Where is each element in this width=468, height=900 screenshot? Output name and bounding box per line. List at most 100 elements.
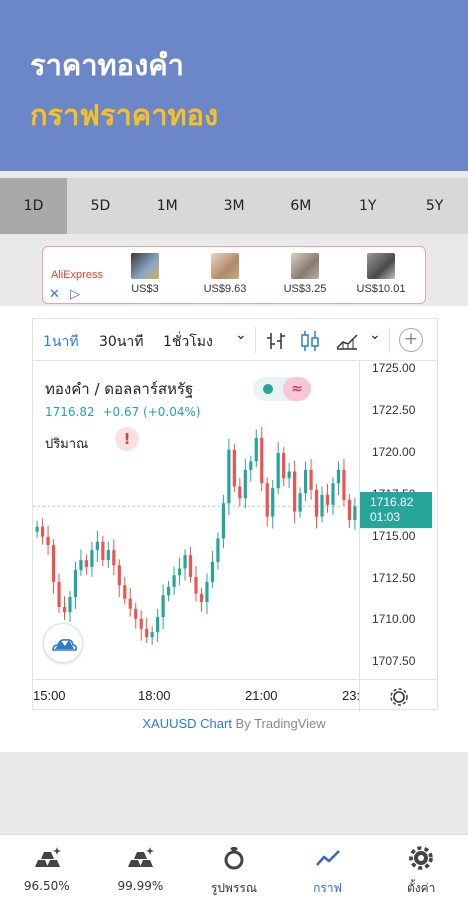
toolbar-divider <box>255 327 256 353</box>
volume-label: ปริมาณ <box>45 437 89 452</box>
candle <box>325 484 330 513</box>
candle <box>62 596 67 620</box>
candle <box>205 573 209 614</box>
candle <box>167 581 171 602</box>
interval-1hour[interactable]: 1ชั่วโมง <box>163 331 213 353</box>
candle <box>227 438 231 516</box>
x-tick-label: 15:00 <box>33 688 66 703</box>
bar-style-icon[interactable] <box>265 331 287 351</box>
candle <box>73 561 78 609</box>
candle <box>347 494 352 528</box>
nav-item-99-99[interactable]: 99.99% <box>94 835 188 900</box>
price-axis[interactable]: 1707.501710.001712.501715.001717.501720.… <box>359 361 437 679</box>
ad-banner[interactable]: AliExpress ✕ ▷ US$3 US$9.63 US$3.25 US$1… <box>42 246 426 304</box>
current-price-label: 1716.82 01:03 <box>360 492 432 529</box>
nav-item-96-50[interactable]: 96.50% <box>0 835 94 900</box>
candle <box>40 518 45 545</box>
candle <box>134 602 138 629</box>
tab-5d[interactable]: 5D <box>67 178 134 234</box>
candle <box>232 443 236 493</box>
candle <box>287 463 291 489</box>
volume-warning-icon[interactable]: ! <box>115 427 139 451</box>
candle <box>238 478 242 507</box>
candle <box>282 447 286 487</box>
candle <box>117 559 121 598</box>
nav-item-jewelry[interactable]: รูปพรรณ <box>187 835 281 900</box>
interval-30min[interactable]: 30นาที <box>99 331 143 353</box>
candle <box>320 486 324 523</box>
ad-product[interactable]: US$3.25 <box>275 253 335 295</box>
product-price: US$3 <box>131 283 159 295</box>
y-tick-label: 1715.00 <box>372 528 416 543</box>
tab-1m[interactable]: 1M <box>134 178 201 234</box>
candle <box>112 539 116 576</box>
trend-line-icon <box>315 850 340 866</box>
xauusd-chart-link[interactable]: XAUUSD Chart <box>142 716 232 731</box>
ad-product[interactable]: US$9.63 <box>195 253 255 295</box>
nav-item-settings[interactable]: ตั้งค่า <box>374 835 468 900</box>
wave-icon: ≈ <box>283 377 311 401</box>
legend-price: 1716.82 +0.67 (+0.04%) <box>45 405 201 419</box>
x-tick-label: 23: <box>342 688 361 703</box>
gold-bars-sparkle-icon <box>34 847 61 867</box>
current-price-value: 1716.82 <box>370 495 414 510</box>
ad-product[interactable]: US$3 <box>115 253 175 295</box>
candle <box>336 461 341 496</box>
gold-bars-sparkle-icon <box>128 847 155 867</box>
candle <box>177 557 182 586</box>
candle <box>249 455 253 482</box>
nav-label: ตั้งค่า <box>406 881 436 895</box>
candle <box>145 617 149 644</box>
chart-settings-gear-icon[interactable] <box>389 687 409 707</box>
app-title: ราคาทองคำ <box>30 48 184 82</box>
bottom-navigation: 96.50% 99.99% รูปพรรณ กราฟ ตั้งค่า <box>0 834 468 900</box>
adchoices-icon[interactable]: ▷ <box>70 287 80 302</box>
nav-item-chart[interactable]: กราฟ <box>281 835 375 900</box>
candle <box>293 460 297 524</box>
y-tick-label: 1720.00 <box>372 445 416 460</box>
tradingview-logo[interactable] <box>43 623 83 663</box>
candle <box>84 554 89 575</box>
symbol-name[interactable]: ทองคำ / ดอลลาร์สหรัฐ <box>45 377 193 401</box>
time-axis[interactable]: 15:00 18:00 21:00 23: <box>33 679 437 712</box>
candle <box>309 458 313 500</box>
tab-1y[interactable]: 1Y <box>334 178 401 234</box>
candle <box>298 487 302 518</box>
page-subtitle: กราฟราคาทอง <box>30 98 219 132</box>
time-range-tabs: 1D 5D 1M 3M 6M 1Y 5Y <box>0 178 468 234</box>
candle <box>128 587 132 617</box>
candle <box>95 530 99 563</box>
chart-credit: XAUUSD Chart By TradingView <box>0 716 468 731</box>
legend-last-price: 1716.82 <box>45 405 95 419</box>
candle <box>260 427 264 492</box>
close-icon[interactable]: ✕ <box>49 287 60 302</box>
interval-dropdown-icon[interactable]: ⌄ <box>235 327 247 343</box>
tab-3m[interactable]: 3M <box>201 178 268 234</box>
ad-product[interactable]: US$10.01 <box>351 253 411 295</box>
market-status-pill[interactable]: ≈ <box>253 377 311 401</box>
candle <box>221 494 225 549</box>
candle <box>156 608 160 643</box>
chart-style-dropdown-icon[interactable]: ⌄ <box>369 327 381 343</box>
tab-1d[interactable]: 1D <box>0 178 67 234</box>
nav-label: 99.99% <box>117 879 164 893</box>
legend-change: +0.67 (+0.04%) <box>102 405 201 419</box>
add-indicator-icon[interactable]: + <box>399 328 423 352</box>
gear-icon <box>409 846 433 870</box>
candle <box>216 532 220 570</box>
candle <box>265 477 269 527</box>
area-style-icon[interactable] <box>335 331 359 351</box>
candle <box>353 497 357 530</box>
tab-5y[interactable]: 5Y <box>401 178 468 234</box>
candle <box>150 626 154 646</box>
toolbar-divider <box>389 327 390 353</box>
tab-6m[interactable]: 6M <box>267 178 334 234</box>
interval-1min[interactable]: 1นาที <box>43 331 79 353</box>
product-thumbnail <box>367 253 395 279</box>
product-price: US$10.01 <box>356 283 406 295</box>
candlestick-style-icon[interactable] <box>299 329 321 353</box>
y-tick-label: 1722.50 <box>372 403 416 418</box>
candle <box>79 549 83 577</box>
market-open-dot-icon <box>263 384 273 394</box>
chart-toolbar: 1นาที 30นาที 1ชั่วโมง ⌄ ⌄ + <box>33 319 437 361</box>
